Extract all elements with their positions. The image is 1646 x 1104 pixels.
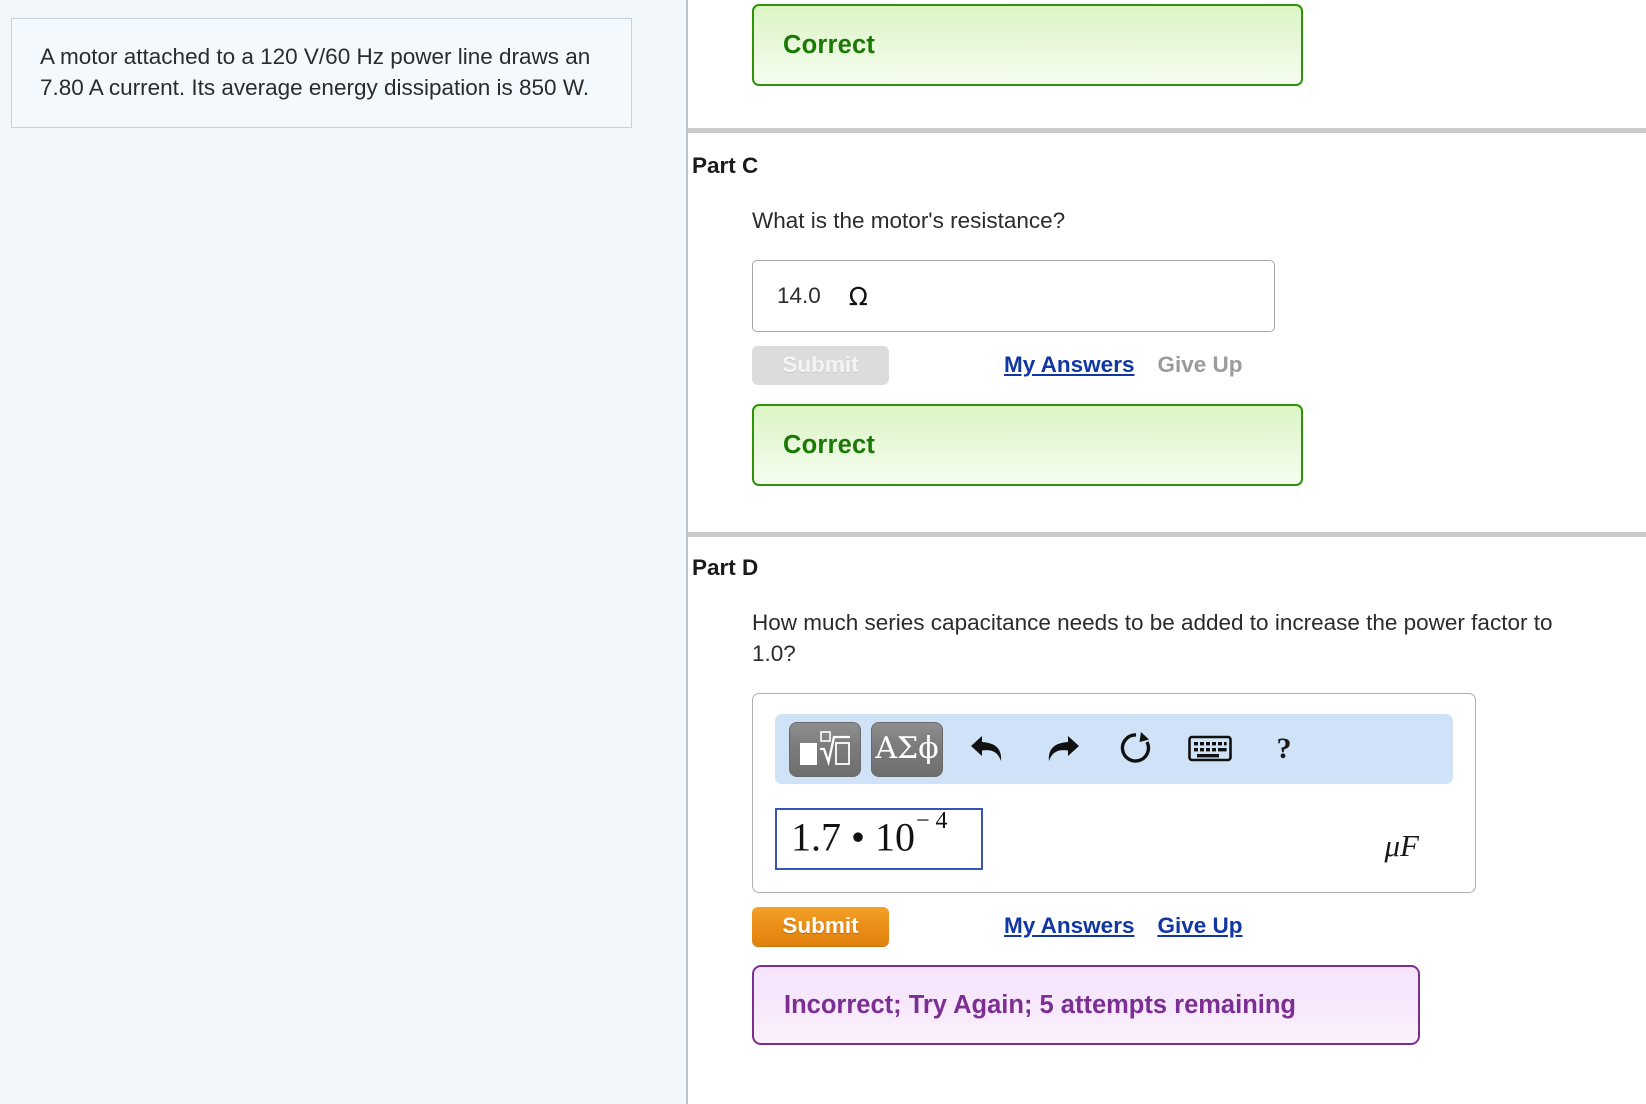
greek-symbols-button[interactable]: ΑΣϕ: [871, 721, 943, 777]
part-c-correct-feedback: Correct: [752, 404, 1303, 486]
on-screen-keyboard-icon: [1188, 735, 1232, 762]
part-c-answer-unit: Ω: [848, 281, 868, 311]
part-c-give-up-link: Give Up: [1157, 352, 1243, 377]
part-d-answer-unit: μF: [1385, 828, 1420, 864]
undo-arrow-icon: [971, 736, 1002, 761]
part-b-correct-label: Correct: [783, 30, 876, 59]
reset-circular-arrow-icon: [1120, 732, 1151, 763]
math-template-button[interactable]: [789, 721, 861, 777]
parts-panel: Correct Part C What is the motor's resis…: [688, 0, 1646, 1104]
mastering-physics-problem-page: A motor attached to a 120 V/60 Hz power …: [0, 0, 1646, 1104]
part-d-incorrect-feedback: Incorrect; Try Again; 5 attempts remaini…: [752, 965, 1420, 1045]
help-icon[interactable]: ?: [1255, 722, 1313, 777]
part-d-answer-unit-label: μF: [1384, 828, 1420, 863]
part-c-question: What is the motor's resistance?: [752, 208, 1066, 233]
part-d-title: Part D: [692, 555, 759, 580]
part-c-correct-label: Correct: [783, 430, 876, 459]
math-editor-toolbar: ΑΣϕ ?: [775, 714, 1453, 784]
part-d-math-editor[interactable]: ΑΣϕ ? 1.7 • 10− 4 μF: [752, 693, 1476, 893]
part-d-answer-expression: 1.7 • 10− 4: [791, 809, 948, 860]
part-d-answer-mantissa: 1.7 • 10: [791, 814, 916, 860]
redo-icon[interactable]: [1033, 722, 1091, 777]
reset-icon[interactable]: [1107, 722, 1165, 777]
redo-arrow-icon: [1048, 736, 1079, 761]
part-c-my-answers-link[interactable]: My Answers: [1004, 352, 1134, 378]
part-d-answer-exponent: − 4: [916, 807, 948, 834]
keyboard-icon[interactable]: [1181, 722, 1239, 777]
part-b-correct-feedback: Correct: [752, 4, 1303, 86]
part-d-question: How much series capacitance needs to be …: [752, 610, 1553, 666]
part-c-submit-button: Submit: [752, 345, 889, 385]
part-d-my-answers-link[interactable]: My Answers: [1004, 913, 1134, 939]
part-d-give-up-link[interactable]: Give Up: [1157, 913, 1242, 939]
problem-statement-panel: A motor attached to a 120 V/60 Hz power …: [0, 0, 688, 1104]
part-c-answer-field[interactable]: 14.0 Ω: [752, 260, 1275, 332]
undo-icon[interactable]: [959, 722, 1017, 777]
greek-symbols-label: ΑΣϕ: [875, 731, 939, 766]
part-d-submit-button[interactable]: Submit: [752, 906, 889, 946]
part-c-title: Part C: [692, 153, 759, 178]
part-d-answer-input[interactable]: 1.7 • 10− 4: [775, 808, 983, 870]
part-c-answer-value: 14.0: [777, 283, 821, 308]
part-d-incorrect-label: Incorrect; Try Again; 5 attempts remaini…: [784, 990, 1297, 1019]
problem-statement-box: A motor attached to a 120 V/60 Hz power …: [11, 18, 632, 128]
square-root-template-icon: [800, 731, 850, 767]
part-c-button-row: Submit My Answers Give Up: [752, 344, 1646, 386]
part-d-button-row: Submit My Answers Give Up: [752, 905, 1646, 947]
problem-statement-text: A motor attached to a 120 V/60 Hz power …: [40, 44, 591, 100]
